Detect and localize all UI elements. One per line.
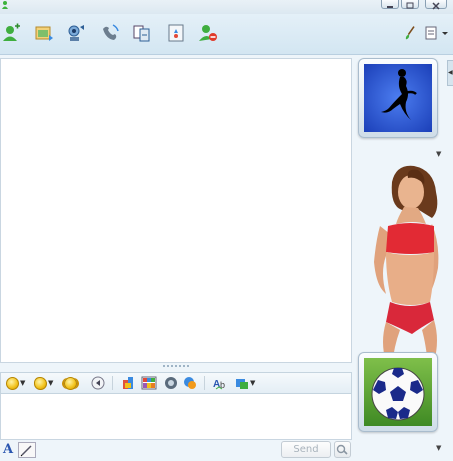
person-photo [374,165,439,366]
title-bar [0,0,453,14]
search-button[interactable] [334,441,351,458]
own-avatar-image [364,358,432,426]
wink-button[interactable]: ▼ [34,375,53,391]
formatting-toolbar: ▼ ▼ A b ▼ [0,372,352,394]
webcam-button[interactable] [65,22,87,44]
conversation-history[interactable] [0,58,352,363]
chevron-down-icon: ▼ [250,379,256,387]
restore-icon [406,2,414,9]
own-avatar-menu-icon[interactable]: ▼ [436,444,441,452]
more-options-button[interactable]: ▼ [235,375,255,391]
wink-icon [34,376,47,390]
send-files-icon [35,26,53,41]
voice-clip-icon [91,376,105,390]
translate-button[interactable] [183,375,197,391]
separator [204,376,205,390]
handwriting-button[interactable] [121,375,135,391]
activities-button[interactable] [165,22,187,44]
games-icon [165,377,177,389]
menu-icon [425,26,448,40]
nudge-icon [64,376,77,390]
sidebar: ▼ ▼ [356,54,453,461]
nudge-button[interactable] [64,375,77,391]
minimize-icon [387,6,393,8]
contact-avatar[interactable] [358,58,438,138]
restore-button[interactable] [401,0,419,9]
activities-icon [168,24,184,42]
search-icon [336,444,348,455]
games-button[interactable] [164,375,178,391]
share-folders-button[interactable] [131,22,153,44]
spell-check-button[interactable]: A b [213,375,229,391]
share-folders-icon [133,25,150,42]
minimize-button[interactable] [381,0,399,9]
paint-brush-icon [405,26,415,40]
contact-avatar-image [364,64,432,132]
webcam-icon [68,25,84,41]
send-button[interactable]: Send [281,441,331,458]
menu-button[interactable] [424,22,450,44]
backgrounds-button[interactable] [141,375,157,391]
block-contact-icon [199,25,217,41]
paint-button[interactable] [402,22,418,44]
block-contact-button[interactable] [197,22,219,44]
separator [112,376,113,390]
voice-clip-button[interactable] [91,375,105,391]
emoticon-icon [6,376,19,390]
call-icon [103,24,119,40]
soccer-ball-icon [371,367,425,421]
contact-avatar-menu-icon[interactable]: ▼ [436,150,441,158]
chevron-down-icon: ▼ [20,379,26,387]
messenger-icon [2,1,8,9]
invite-contact-button[interactable] [0,22,22,44]
ink-mode-button[interactable] [18,442,36,458]
emoticon-button[interactable]: ▼ [6,375,25,391]
pencil-icon [20,445,32,457]
splitter-grip [163,365,189,369]
chevron-down-icon: ▼ [48,379,54,387]
display-picture [356,162,446,380]
close-icon [432,2,440,10]
call-button[interactable] [99,22,121,44]
send-files-button[interactable] [33,22,55,44]
translate-icon [184,377,196,389]
main-toolbar [0,14,453,55]
pane-splitter[interactable] [0,363,352,371]
message-input[interactable] [0,394,352,440]
more-options-icon [236,379,248,389]
backgrounds-icon [141,376,157,390]
invite-contact-icon [3,23,20,41]
handwriting-icon [123,377,133,389]
own-avatar[interactable] [358,352,438,432]
font-button[interactable]: A [3,442,13,457]
close-button[interactable] [425,0,447,10]
font-style-icon: A b [213,379,225,390]
silhouette-icon [381,69,417,120]
